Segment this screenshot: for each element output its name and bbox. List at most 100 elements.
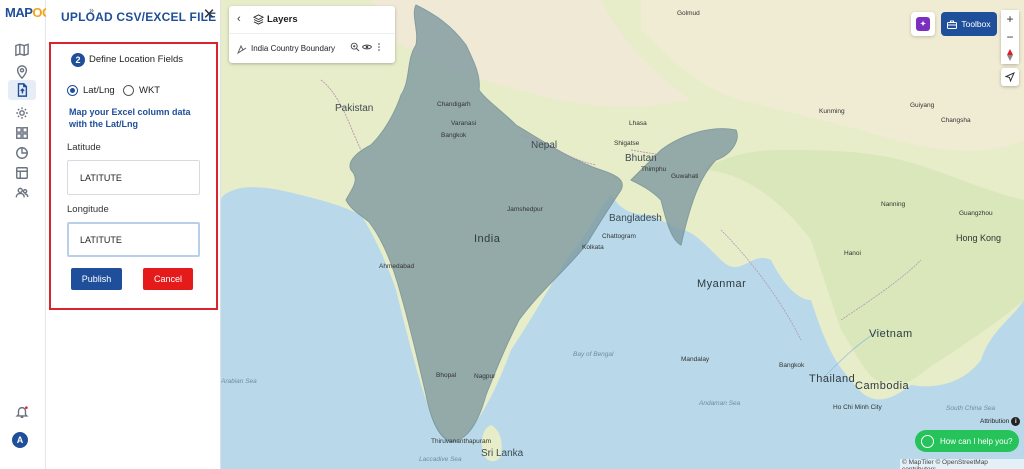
map-label-sea: South China Sea — [946, 405, 996, 412]
map-label-city: Mandalay — [681, 356, 710, 363]
dashboard-icon[interactable] — [12, 123, 32, 143]
map-label-city: Bangkok — [779, 362, 805, 369]
layer-type-icon — [237, 44, 247, 54]
attribution-toggle[interactable]: Attribution i — [980, 417, 1021, 426]
map-label-country: Sri Lanka — [481, 448, 524, 459]
map-label-sea: Laccadive Sea — [419, 456, 462, 463]
map-label-country: Bhutan — [625, 153, 657, 164]
map-label-city: Nanning — [881, 201, 906, 208]
radio-latlng[interactable]: Lat/Lng — [67, 85, 115, 96]
divider — [229, 33, 395, 34]
map-label-country: India — [474, 233, 501, 245]
map-label-sea: Andaman Sea — [699, 400, 741, 407]
left-sidebar: MAPOG A — [0, 0, 52, 469]
map-label-city: Golmud — [677, 10, 700, 17]
map-icon[interactable] — [12, 40, 32, 60]
mapping-hint: Map your Excel column data with the Lat/… — [69, 107, 191, 129]
layers-panel: ‹ Layers India Country Boundary — [229, 6, 395, 63]
location-fields-form: 2 Define Location Fields Lat/Lng WKT Map… — [49, 42, 218, 310]
map-label-country: Vietnam — [869, 328, 913, 340]
map-label-city: Chattogram — [602, 233, 636, 240]
layers-stack-icon — [253, 14, 264, 25]
app-window: MAPOG A » UPLOAD CSV/EXCEL FILE ✕ 2 Defi… — [0, 0, 1024, 469]
visibility-eye-icon[interactable] — [362, 42, 372, 52]
map-label-city: Bangkok — [441, 132, 467, 139]
map-label-city: Kunming — [819, 108, 845, 115]
map-label-city: Ho Chi Minh City — [833, 404, 882, 411]
close-icon[interactable]: ✕ — [202, 7, 216, 23]
map-canvas[interactable]: Pakistan Nepal Bhutan Bangladesh India M… — [221, 0, 1024, 469]
toolbox-icon — [947, 20, 958, 29]
upload-panel: » UPLOAD CSV/EXCEL FILE ✕ 2 Define Locat… — [46, 0, 221, 469]
map-label-city: Hanoi — [844, 250, 861, 257]
longitude-select[interactable]: LATITUTE — [67, 222, 200, 257]
notification-bell-icon[interactable] — [12, 402, 32, 422]
map-label-city: Jamshedpur — [507, 206, 543, 213]
map-label-city: Thimphu — [641, 166, 667, 173]
map-label-city: Bhopal — [436, 372, 457, 379]
radio-wkt-label: WKT — [139, 85, 161, 96]
settings-gear-icon[interactable] — [12, 103, 32, 123]
zoom-out-button[interactable]: − — [1001, 28, 1019, 46]
map-label-country: Bangladesh — [609, 213, 662, 224]
map-label-city: Guwahati — [671, 173, 699, 180]
publish-button[interactable]: Publish — [71, 268, 122, 290]
longitude-label: Longitude — [67, 204, 109, 215]
mapog-logo[interactable]: MAPOG — [5, 5, 52, 20]
map-label-city: Thiruvananthapuram — [431, 438, 491, 445]
map-label-city: Nagpur — [474, 373, 496, 380]
map-label-city: Chandigarh — [437, 101, 471, 108]
zoom-in-button[interactable]: + — [1001, 10, 1019, 28]
map-copyright: © MapTiler © OpenStreetMap contributors — [900, 459, 1024, 469]
info-icon[interactable]: i — [1011, 417, 1021, 426]
map-label-city: Shigatse — [614, 140, 640, 147]
navigation-arrow-icon — [1005, 72, 1015, 82]
toolbox-label: Toolbox — [961, 19, 991, 29]
map-label-country: Pakistan — [335, 103, 374, 114]
team-users-icon[interactable] — [12, 183, 32, 203]
location-pin-icon[interactable] — [12, 62, 32, 82]
help-label: How can I help you? — [940, 436, 1013, 446]
step-number-badge: 2 — [71, 53, 85, 67]
radio-unselected-icon[interactable] — [123, 85, 134, 96]
zoom-to-layer-icon[interactable] — [350, 42, 360, 52]
map-label-country: Nepal — [531, 140, 558, 151]
cancel-button[interactable]: Cancel — [143, 268, 193, 290]
map-label-city: Kolkata — [582, 244, 604, 251]
map-label-city: Lhasa — [629, 120, 647, 127]
radio-selected-icon[interactable] — [67, 85, 78, 96]
locate-me-button[interactable] — [1001, 68, 1019, 86]
map-label-city: Guiyang — [910, 102, 935, 109]
map-label-city: Ahmedabad — [379, 263, 415, 270]
data-table-icon[interactable] — [12, 163, 32, 183]
latitude-select[interactable]: LATITUTE — [67, 160, 200, 195]
ai-assistant-button[interactable]: ✦ — [911, 12, 935, 36]
map-label-country: Thailand — [809, 373, 856, 385]
upload-file-icon[interactable] — [8, 80, 36, 100]
compass-north-icon[interactable] — [1001, 46, 1019, 64]
ai-sparkle-icon: ✦ — [916, 17, 930, 31]
step-label: Define Location Fields — [89, 54, 183, 65]
more-options-icon[interactable] — [374, 42, 384, 52]
latitude-label: Latitude — [67, 142, 101, 153]
user-avatar[interactable]: A — [12, 432, 28, 448]
map-label-sea: Arabian Sea — [221, 378, 257, 385]
radio-latlng-label: Lat/Lng — [83, 85, 115, 96]
map-label-sea: Bay of Bengal — [573, 351, 614, 358]
back-arrow-icon[interactable]: ‹ — [237, 13, 241, 25]
layer-item-name[interactable]: India Country Boundary — [251, 44, 335, 53]
attribution-label: Attribution — [980, 418, 1010, 425]
whatsapp-help-button[interactable]: How can I help you? — [915, 430, 1019, 452]
map-label-country: Cambodia — [855, 380, 910, 392]
panel-title: UPLOAD CSV/EXCEL FILE — [61, 10, 217, 24]
zoom-controls: + − — [1001, 10, 1019, 64]
map-label-city: Varanasi — [451, 120, 477, 127]
map-label-city: Changsha — [941, 117, 971, 124]
analytics-icon[interactable] — [12, 143, 32, 163]
whatsapp-icon — [921, 434, 934, 448]
map-label-country: Myanmar — [697, 278, 747, 290]
map-label-city: Guangzhou — [959, 210, 993, 217]
radio-wkt[interactable]: WKT — [123, 85, 160, 96]
map-label-city: Hong Kong — [956, 233, 1002, 243]
toolbox-button[interactable]: Toolbox — [941, 12, 997, 36]
